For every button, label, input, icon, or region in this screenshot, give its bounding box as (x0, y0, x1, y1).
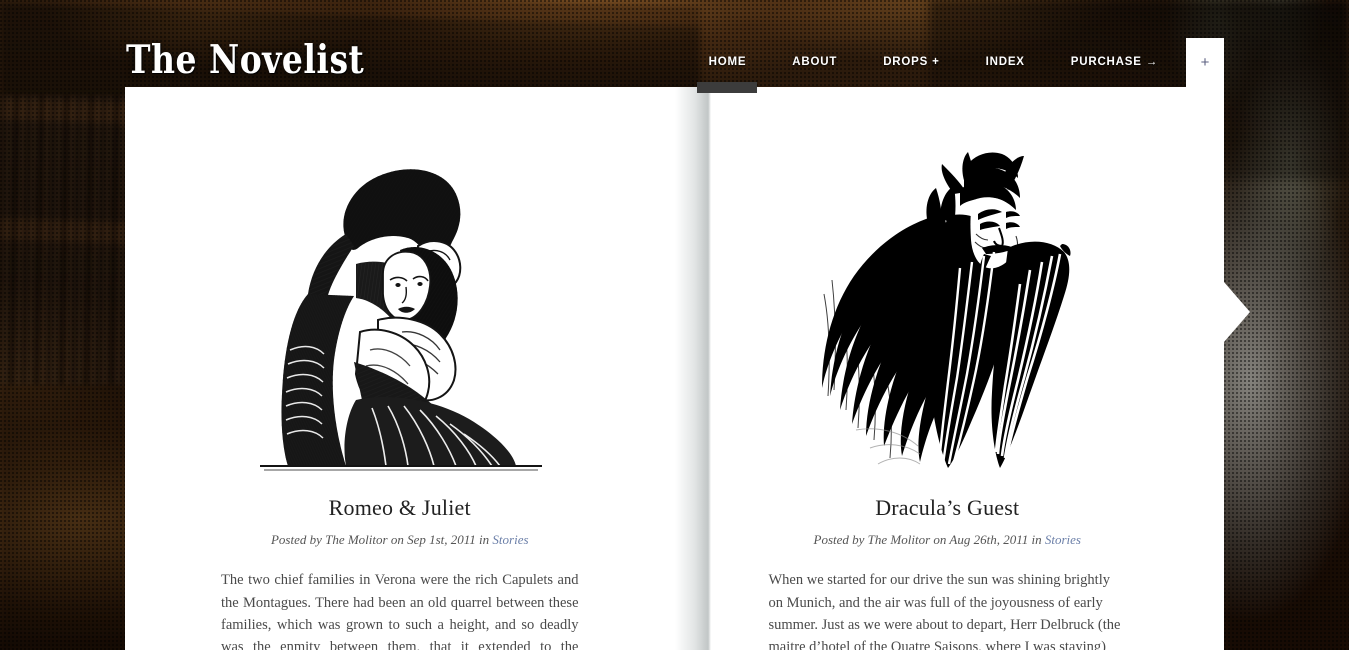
post-category-link[interactable]: Stories (1045, 532, 1081, 547)
chevron-right-icon (1224, 282, 1250, 342)
active-tab-indicator (697, 82, 758, 93)
post-title[interactable]: Romeo & Juliet (221, 495, 579, 521)
nav-item-label: HOME (708, 56, 747, 68)
nav-item-label: ABOUT (792, 56, 838, 68)
nav-item-label: PURCHASE → (1070, 56, 1158, 68)
content-sheet: Romeo & Juliet Posted by The Molitor on … (125, 87, 1224, 650)
dracula-ink-illustration-icon (816, 144, 1079, 474)
site-logo[interactable]: The Novelist (126, 40, 364, 79)
nav-item-home[interactable]: HOME (686, 56, 770, 93)
post-column-right: Dracula’s Guest Posted by The Molitor on… (675, 87, 1225, 650)
post-columns: Romeo & Juliet Posted by The Molitor on … (125, 87, 1224, 650)
romeo-and-juliet-engraving-icon (249, 154, 550, 474)
post-thumbnail-wrap[interactable] (221, 87, 579, 477)
nav-item-label: INDEX (985, 56, 1025, 68)
post-meta-prefix: Posted by The Molitor on Aug 26th, 2011 … (813, 532, 1045, 548)
nav-item-label: DROPS + (883, 56, 940, 68)
post-title[interactable]: Dracula’s Guest (769, 495, 1127, 521)
post-excerpt: The two chief families in Verona were th… (221, 572, 579, 650)
post-meta-prefix: Posted by The Molitor on Sep 1st, 2011 i… (270, 532, 493, 548)
expand-panel-button[interactable]: + (1186, 38, 1224, 87)
nav-item-drops[interactable]: DROPS + (860, 56, 962, 68)
main-navigation: HOME ABOUT DROPS + INDEX PURCHASE → (686, 56, 1181, 93)
plus-icon: + (1200, 54, 1210, 71)
post-meta: Posted by The Molitor on Aug 26th, 2011 … (769, 532, 1127, 548)
post-card: Dracula’s Guest Posted by The Molitor on… (675, 87, 1225, 650)
post-card: Romeo & Juliet Posted by The Molitor on … (125, 87, 675, 650)
nav-item-purchase[interactable]: PURCHASE → (1048, 56, 1181, 68)
post-category-link[interactable]: Stories (492, 532, 528, 547)
post-column-left: Romeo & Juliet Posted by The Molitor on … (125, 87, 675, 650)
post-thumbnail-wrap[interactable] (769, 87, 1127, 477)
post-excerpt: When we started for our drive the sun wa… (768, 572, 1121, 650)
site-header: The Novelist HOME ABOUT DROPS + INDEX PU… (0, 0, 1349, 93)
nav-item-index[interactable]: INDEX (963, 56, 1048, 68)
post-meta: Posted by The Molitor on Sep 1st, 2011 i… (221, 532, 579, 548)
nav-item-about[interactable]: ABOUT (769, 56, 860, 68)
next-slide-arrow-icon[interactable] (1224, 282, 1250, 342)
